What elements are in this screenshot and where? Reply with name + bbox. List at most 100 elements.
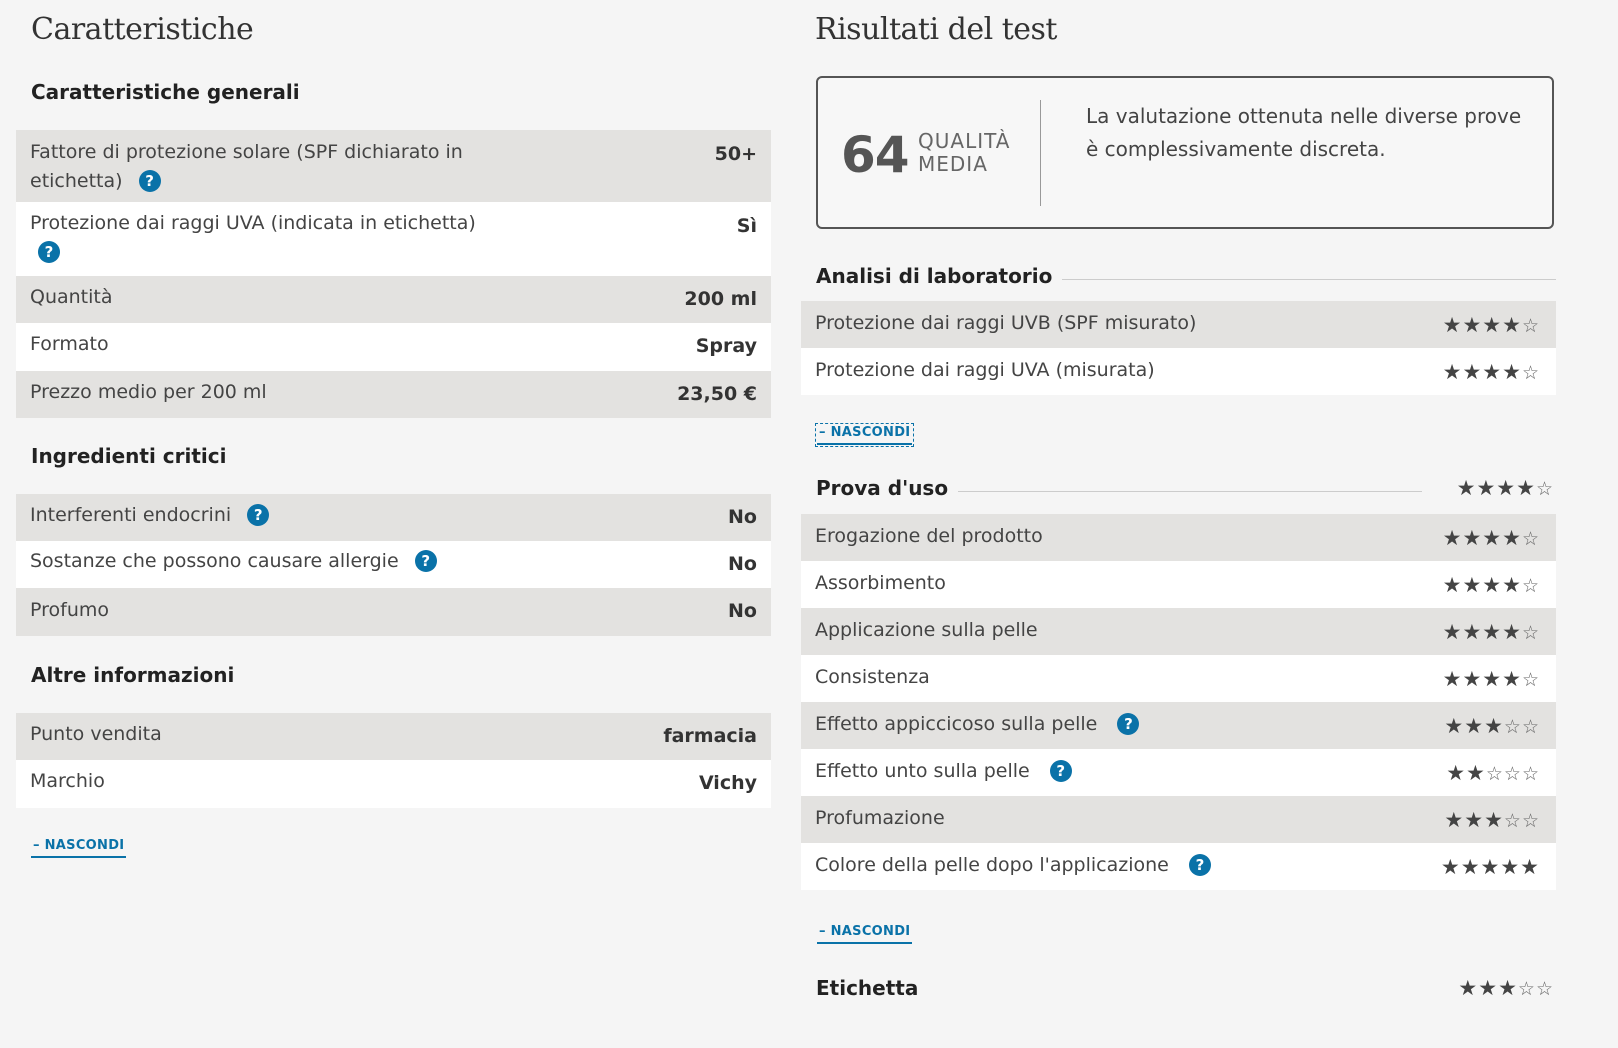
question-mark-icon[interactable]: ? [414, 550, 437, 572]
question-mark-icon[interactable]: ? [38, 241, 60, 263]
row-label: Effetto appiccicoso sulla pelle [815, 712, 1098, 735]
question-mark-icon[interactable]: ? [247, 504, 270, 526]
question-mark-icon[interactable]: ? [1117, 712, 1140, 735]
critical-ingredients-table: Interferenti endocrini ? No Sostanze che… [16, 494, 771, 636]
star-filled-icon: ★ [1498, 976, 1518, 1000]
star-filled-icon: ★ [1464, 713, 1485, 738]
row-label: Colore della pelle dopo l'applicazione [815, 853, 1169, 876]
row-value: 50+ [714, 143, 757, 165]
star-filled-icon: ★ [1482, 666, 1503, 691]
usage-hide-toggle-button[interactable]: – NASCONDI [817, 924, 913, 944]
star-filled-icon: ★ [1502, 312, 1522, 337]
table-row: Profumazione ★★★☆☆ [801, 796, 1556, 843]
score-value: 64 [841, 126, 910, 184]
star-filled-icon: ★ [1460, 854, 1481, 879]
row-value: No [728, 600, 757, 622]
star-outline-icon: ☆ [1535, 978, 1554, 1000]
table-row: Fattore di protezione solare (SPF dichia… [16, 130, 771, 202]
critical-ingredients-heading: Ingredienti critici [31, 444, 227, 468]
divider [1046, 279, 1556, 280]
row-value: No [728, 553, 757, 575]
score-description: La valutazione ottenuta nelle diverse pr… [1086, 104, 1522, 161]
star-filled-icon: ★ [1442, 359, 1463, 384]
lab-analysis-heading: Analisi di laboratorio [816, 264, 1063, 288]
star-rating: ★★★★☆ [1443, 313, 1540, 337]
table-row: Profumo No [16, 588, 771, 636]
star-filled-icon: ★ [1462, 525, 1483, 550]
star-filled-icon: ★ [1520, 854, 1540, 879]
star-filled-icon: ★ [1482, 619, 1503, 644]
general-characteristics-table: Fattore di protezione solare (SPF dichia… [16, 130, 771, 418]
row-value: Spray [695, 335, 757, 357]
table-row: Assorbimento ★★★★☆ [801, 561, 1556, 608]
row-label: Assorbimento [815, 571, 946, 594]
row-value: 23,50 € [677, 383, 757, 405]
table-row: Interferenti endocrini ? No [16, 494, 771, 541]
score-divider [1040, 100, 1041, 206]
other-info-table: Punto vendita farmacia Marchio Vichy [16, 713, 771, 808]
row-label: Profumo [30, 599, 110, 621]
usage-test-table: Erogazione del prodotto ★★★★☆ Assorbimen… [801, 514, 1556, 890]
row-label: Quantità [30, 286, 113, 308]
score-label: QUALITÀ MEDIA [918, 130, 1010, 176]
usage-test-heading: Prova d'uso [816, 476, 959, 500]
star-outline-icon: ☆ [1521, 762, 1540, 785]
star-filled-icon: ★ [1478, 976, 1499, 1000]
star-filled-icon: ★ [1442, 572, 1463, 597]
star-filled-icon: ★ [1476, 476, 1497, 500]
table-row: Quantità 200 ml [16, 276, 771, 323]
star-filled-icon: ★ [1442, 619, 1463, 644]
lab-hide-toggle-button[interactable]: – NASCONDI [814, 423, 915, 447]
table-row: Protezione dai raggi UVB (SPF misurato) … [801, 301, 1556, 348]
row-label: Prezzo medio per 200 ml [30, 381, 267, 403]
star-outline-icon: ☆ [1521, 668, 1540, 691]
star-rating: ★★★★☆ [1443, 620, 1540, 644]
star-filled-icon: ★ [1464, 807, 1485, 832]
star-filled-icon: ★ [1446, 760, 1467, 785]
star-rating: ★★★☆☆ [1458, 976, 1554, 1000]
table-row: Prezzo medio per 200 ml 23,50 € [16, 371, 771, 418]
row-label: Formato [30, 333, 109, 355]
hide-toggle-button[interactable]: – NASCONDI [31, 838, 127, 858]
row-label: Applicazione sulla pelle [815, 618, 1038, 641]
star-filled-icon: ★ [1444, 807, 1465, 832]
star-filled-icon: ★ [1442, 312, 1463, 337]
score-label-line2: MEDIA [918, 152, 988, 176]
star-outline-icon: ☆ [1521, 574, 1540, 597]
table-row: Colore della pelle dopo l'applicazione ?… [801, 843, 1556, 890]
question-mark-icon[interactable]: ? [138, 170, 161, 192]
question-mark-icon[interactable]: ? [1049, 759, 1072, 782]
label-section-heading: Etichetta [816, 976, 929, 1000]
table-row: Effetto appiccicoso sulla pelle ? ★★★☆☆ [801, 702, 1556, 749]
star-filled-icon: ★ [1456, 476, 1477, 500]
table-row: Marchio Vichy [16, 760, 771, 808]
star-outline-icon: ☆ [1521, 361, 1540, 384]
star-filled-icon: ★ [1442, 525, 1463, 550]
star-filled-icon: ★ [1482, 312, 1503, 337]
star-outline-icon: ☆ [1521, 809, 1540, 832]
star-filled-icon: ★ [1502, 525, 1522, 550]
row-label: Protezione dai raggi UVA (indicata in et… [30, 212, 476, 234]
row-value: Sì [736, 215, 757, 237]
lab-analysis-header: Analisi di laboratorio [801, 264, 1556, 294]
row-label: Erogazione del prodotto [815, 524, 1043, 547]
star-rating: ★★★★☆ [1443, 526, 1540, 550]
question-mark-icon[interactable]: ? [1188, 853, 1211, 876]
star-filled-icon: ★ [1484, 807, 1504, 832]
overall-score-box: 64 QUALITÀ MEDIA La valutazione ottenuta… [816, 76, 1554, 229]
row-label: Protezione dai raggi UVA (misurata) [815, 358, 1155, 381]
star-filled-icon: ★ [1462, 619, 1483, 644]
table-row: Erogazione del prodotto ★★★★☆ [801, 514, 1556, 561]
star-filled-icon: ★ [1500, 854, 1521, 879]
star-filled-icon: ★ [1458, 976, 1479, 1000]
divider [951, 491, 1422, 492]
row-value: farmacia [663, 725, 757, 747]
row-label: Effetto unto sulla pelle [815, 759, 1030, 782]
star-filled-icon: ★ [1462, 359, 1483, 384]
table-row: Effetto unto sulla pelle ? ★★☆☆☆ [801, 749, 1556, 796]
table-row: Consistenza ★★★★☆ [801, 655, 1556, 702]
star-filled-icon: ★ [1466, 760, 1486, 785]
star-filled-icon: ★ [1496, 476, 1517, 500]
star-outline-icon: ☆ [1503, 715, 1522, 738]
star-rating: ★★☆☆☆ [1446, 761, 1540, 785]
